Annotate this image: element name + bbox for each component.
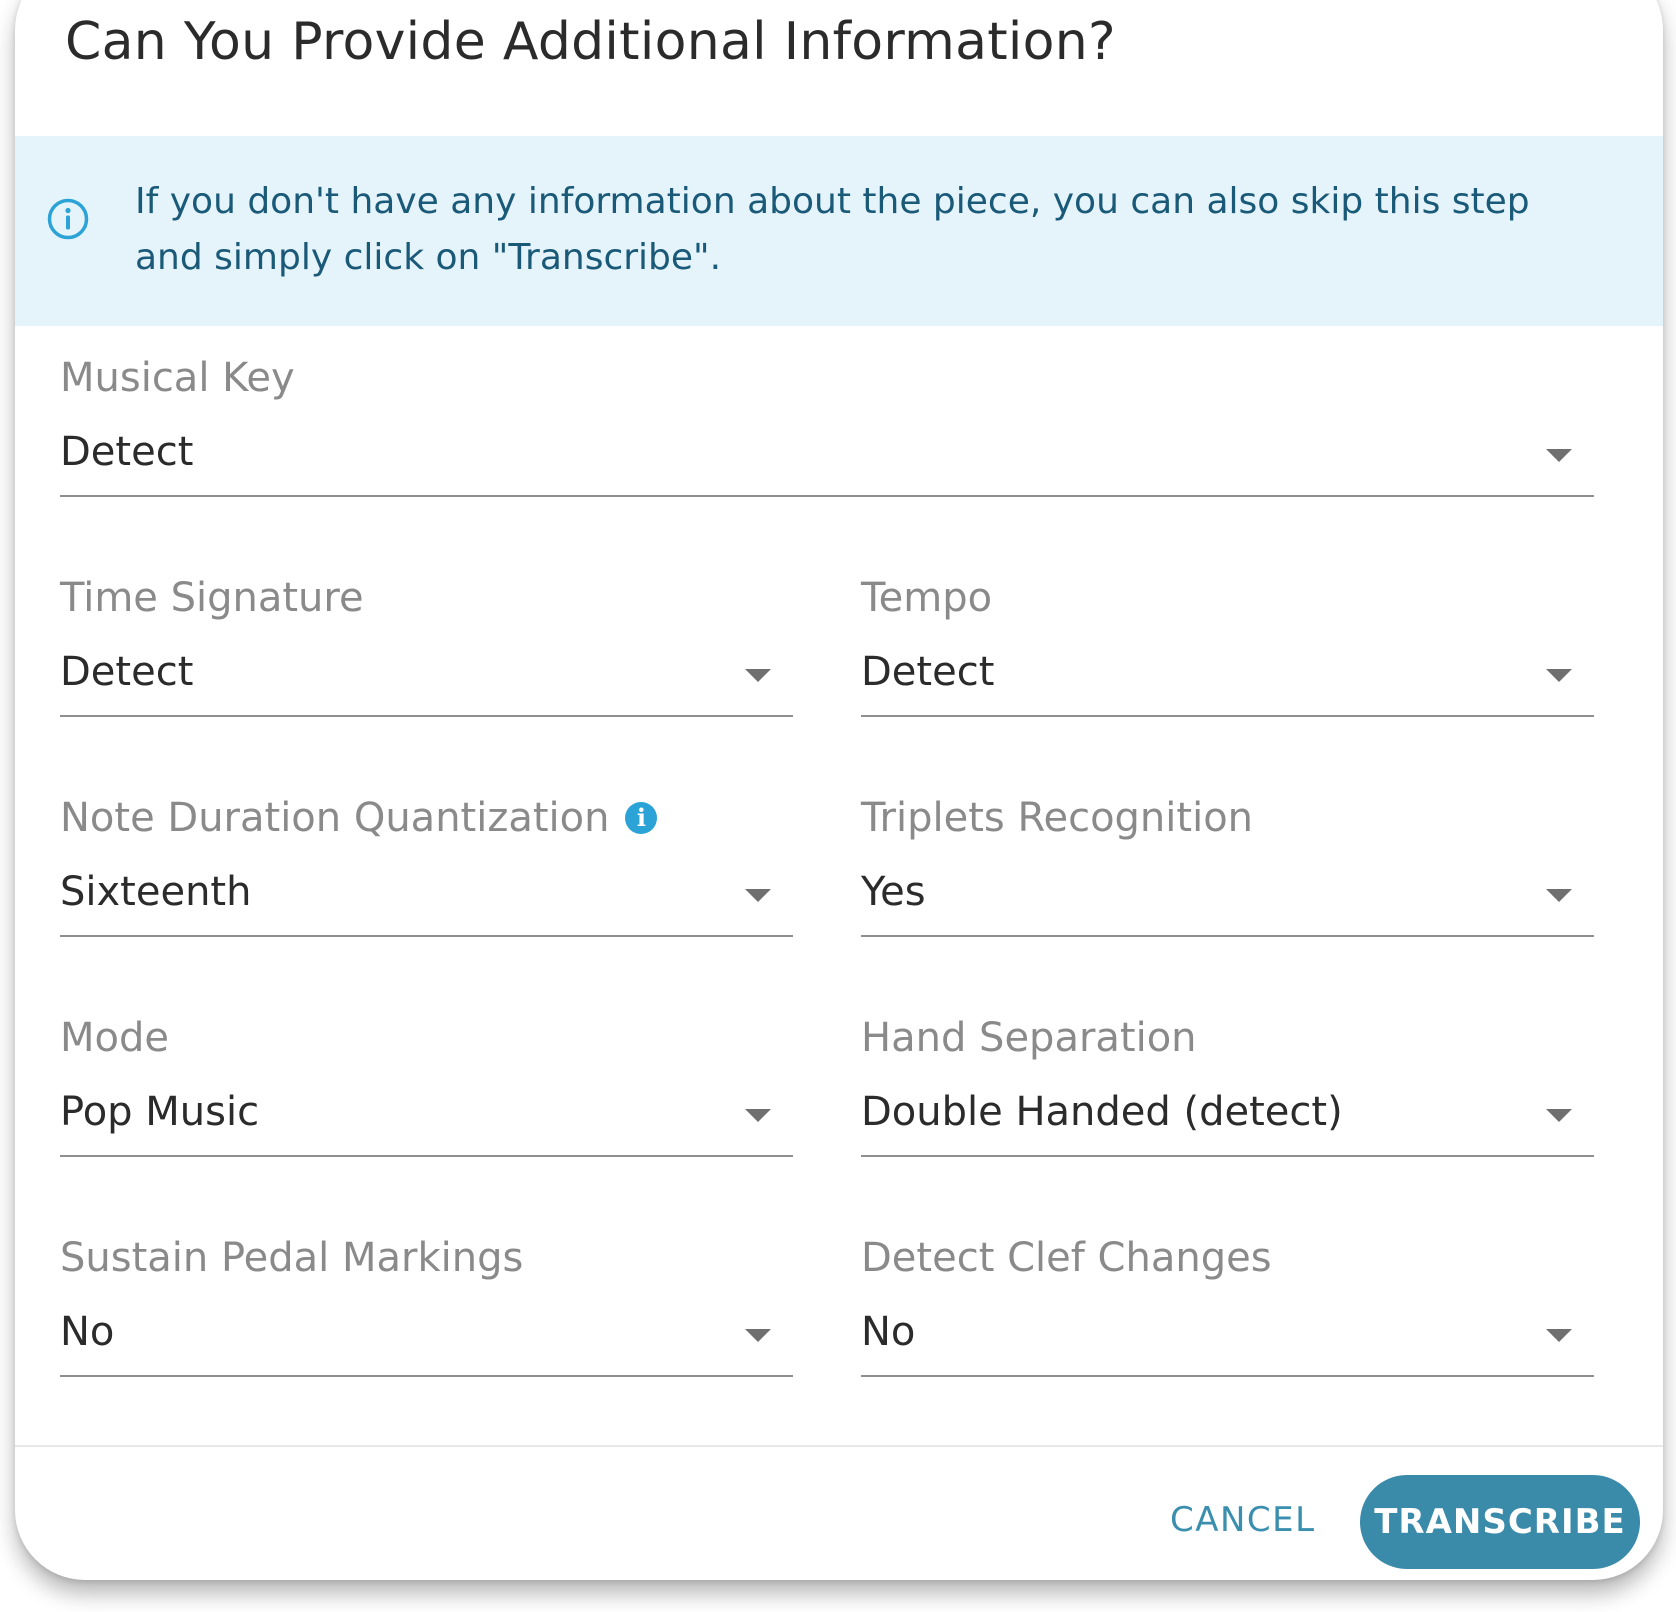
hand-separation-label: Hand Separation — [861, 1015, 1197, 1061]
time-signature-value: Detect — [60, 649, 194, 695]
sustain-pedal-markings-label-text: Sustain Pedal Markings — [60, 1235, 524, 1281]
sustain-pedal-markings-value: No — [60, 1309, 115, 1355]
chevron-down-icon — [1546, 1329, 1572, 1342]
note-duration-quantization-label-text: Note Duration Quantization — [60, 795, 610, 841]
sustain-pedal-markings-field: Sustain Pedal Markings No — [60, 1235, 793, 1385]
detect-clef-changes-label-text: Detect Clef Changes — [861, 1235, 1272, 1281]
mode-value: Pop Music — [60, 1089, 260, 1135]
triplets-recognition-select[interactable]: Yes — [861, 865, 1594, 937]
chevron-down-icon — [1546, 1109, 1572, 1122]
chevron-down-icon — [1546, 449, 1572, 462]
tempo-select[interactable]: Detect — [861, 645, 1594, 717]
note-duration-quantization-value: Sixteenth — [60, 869, 252, 915]
time-signature-field: Time Signature Detect — [60, 575, 793, 725]
triplets-recognition-label-text: Triplets Recognition — [861, 795, 1254, 841]
time-signature-select[interactable]: Detect — [60, 645, 793, 717]
hand-separation-value: Double Handed (detect) — [861, 1089, 1343, 1135]
triplets-recognition-label: Triplets Recognition — [861, 795, 1253, 841]
tempo-field: Tempo Detect — [861, 575, 1594, 725]
info-circle-icon — [47, 198, 89, 240]
musical-key-field: Musical Key Detect — [60, 355, 1594, 505]
mode-select[interactable]: Pop Music — [60, 1085, 793, 1157]
sustain-pedal-markings-select[interactable]: No — [60, 1305, 793, 1377]
actions-divider — [15, 1445, 1663, 1447]
note-duration-quantization-field: Note Duration Quantization Sixteenth — [60, 795, 793, 945]
time-signature-label-text: Time Signature — [60, 575, 364, 621]
hand-separation-field: Hand Separation Double Handed (detect) — [861, 1015, 1594, 1165]
transcribe-button[interactable]: TRANSCRIBE — [1360, 1475, 1640, 1569]
cancel-button[interactable]: CANCEL — [1170, 1500, 1316, 1540]
tempo-label-text: Tempo — [861, 575, 993, 621]
tempo-value: Detect — [861, 649, 995, 695]
tempo-label: Tempo — [861, 575, 992, 621]
chevron-down-icon — [1546, 669, 1572, 682]
mode-label: Mode — [60, 1015, 169, 1061]
sustain-pedal-markings-label: Sustain Pedal Markings — [60, 1235, 523, 1281]
mode-field: Mode Pop Music — [60, 1015, 793, 1165]
hand-separation-select[interactable]: Double Handed (detect) — [861, 1085, 1594, 1157]
info-icon[interactable] — [625, 802, 658, 834]
note-duration-quantization-label: Note Duration Quantization — [60, 795, 658, 841]
chevron-down-icon — [745, 889, 771, 902]
additional-info-dialog: Can You Provide Additional Information? … — [15, 0, 1663, 1580]
chevron-down-icon — [1546, 889, 1572, 902]
musical-key-value: Detect — [60, 429, 194, 475]
detect-clef-changes-field: Detect Clef Changes No — [861, 1235, 1594, 1385]
chevron-down-icon — [745, 1329, 771, 1342]
note-duration-quantization-select[interactable]: Sixteenth — [60, 865, 793, 937]
musical-key-select[interactable]: Detect — [60, 425, 1594, 497]
detect-clef-changes-select[interactable]: No — [861, 1305, 1594, 1377]
info-banner-text: If you don't have any information about … — [135, 181, 1530, 278]
hand-separation-label-text: Hand Separation — [861, 1015, 1197, 1061]
dialog-title: Can You Provide Additional Information? — [65, 12, 1116, 72]
detect-clef-changes-label: Detect Clef Changes — [861, 1235, 1272, 1281]
chevron-down-icon — [745, 1109, 771, 1122]
musical-key-label-text: Musical Key — [60, 355, 295, 401]
mode-label-text: Mode — [60, 1015, 169, 1061]
detect-clef-changes-value: No — [861, 1309, 916, 1355]
triplets-recognition-value: Yes — [861, 869, 926, 915]
info-banner: If you don't have any information about … — [15, 136, 1663, 326]
triplets-recognition-field: Triplets Recognition Yes — [861, 795, 1594, 945]
chevron-down-icon — [745, 669, 771, 682]
musical-key-label: Musical Key — [60, 355, 295, 401]
time-signature-label: Time Signature — [60, 575, 364, 621]
